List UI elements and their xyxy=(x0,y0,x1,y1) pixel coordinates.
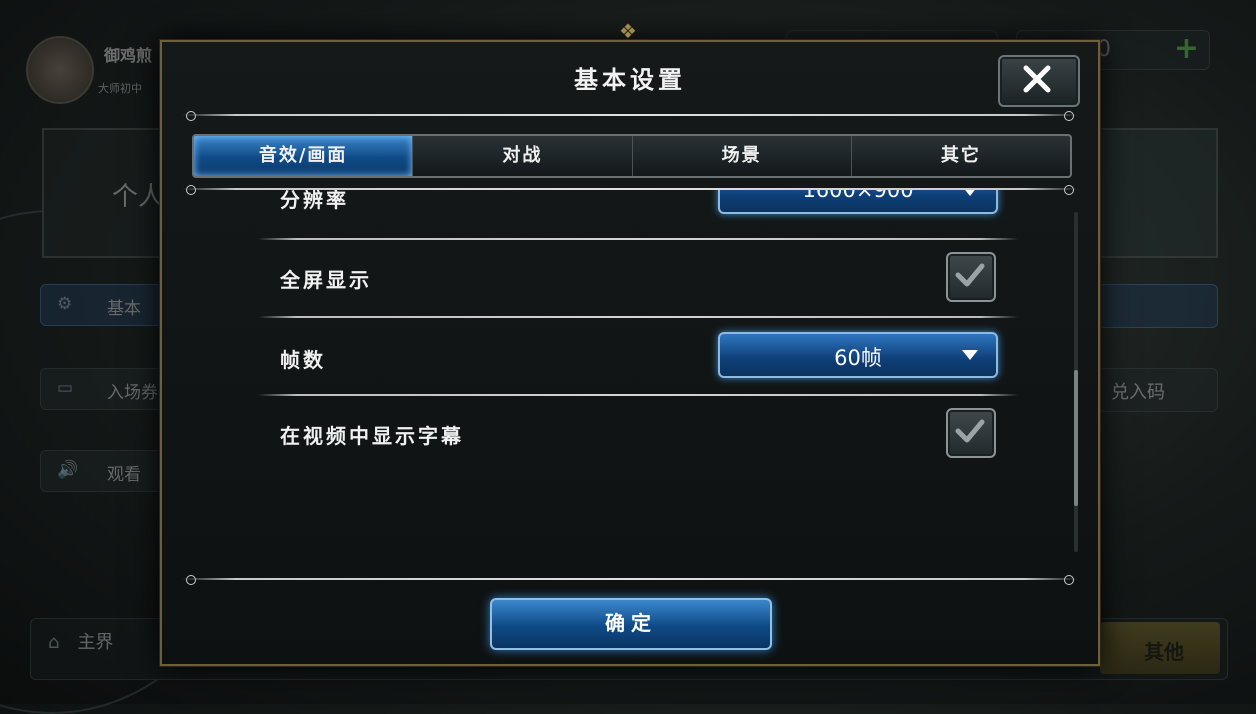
ticket-icon: ▭ xyxy=(57,378,74,398)
close-button[interactable] xyxy=(998,55,1080,107)
subtitles-label: 在视频中显示字幕 xyxy=(280,424,464,448)
scrollbar-thumb[interactable] xyxy=(1074,370,1078,506)
fullscreen-checkbox[interactable] xyxy=(946,252,996,302)
resolution-value: 1600×900 xyxy=(802,190,914,202)
home-nav-item: ⌂ 主界 xyxy=(48,632,114,653)
tab-other[interactable]: 其它 xyxy=(852,136,1070,176)
ornament-icon: ❖ xyxy=(619,19,637,43)
subtitles-checkbox[interactable] xyxy=(946,408,996,458)
close-icon xyxy=(1023,65,1051,93)
row-divider xyxy=(258,394,1018,396)
player-rank: 大师初中 xyxy=(98,82,142,95)
settings-list[interactable]: 分辨率 1600×900 全屏显示 帧数 60帧 在视频中显示字幕 xyxy=(162,190,1098,574)
header-divider xyxy=(182,111,1078,121)
tab-scene[interactable]: 场景 xyxy=(633,136,852,176)
settings-dialog: 基本设置 音效/画面 对战 场景 其它 分辨率 1600×900 全屏显示 帧数 xyxy=(160,40,1100,666)
other-nav-button: 其他 xyxy=(1100,622,1220,674)
row-divider xyxy=(258,238,1018,240)
bg-right-item xyxy=(1098,284,1218,328)
confirm-button[interactable]: 确定 xyxy=(490,598,772,650)
tab-battle[interactable]: 对战 xyxy=(413,136,633,176)
speaker-icon: 🔊 xyxy=(57,460,79,480)
gear-icon: ⚙ xyxy=(57,294,73,314)
home-icon: ⌂ xyxy=(48,632,60,653)
settings-tabs: 音效/画面 对战 场景 其它 xyxy=(192,134,1072,178)
dropdown-arrow-icon xyxy=(962,350,978,360)
tab-audio-video[interactable]: 音效/画面 xyxy=(194,136,414,176)
checkmark-icon xyxy=(955,263,985,287)
fps-value: 60帧 xyxy=(834,346,882,370)
fullscreen-label: 全屏显示 xyxy=(280,268,372,292)
player-avatar xyxy=(26,36,94,104)
add-currency-icon: + xyxy=(1173,31,1199,66)
fps-label: 帧数 xyxy=(280,348,326,372)
resolution-label: 分辨率 xyxy=(280,190,349,212)
fps-dropdown[interactable]: 60帧 xyxy=(718,332,998,378)
profile-card-label: 个人 xyxy=(112,182,165,212)
bg-right-item-code: 兑入码 xyxy=(1098,368,1218,412)
checkmark-icon xyxy=(955,419,985,443)
side-card xyxy=(1098,128,1218,258)
row-divider xyxy=(258,316,1018,318)
footer-divider xyxy=(182,575,1078,585)
dropdown-arrow-icon xyxy=(962,190,978,196)
player-name: 御鸡煎 xyxy=(104,46,153,65)
resolution-dropdown[interactable]: 1600×900 xyxy=(718,190,998,214)
dialog-title: 基本设置 xyxy=(574,66,686,94)
